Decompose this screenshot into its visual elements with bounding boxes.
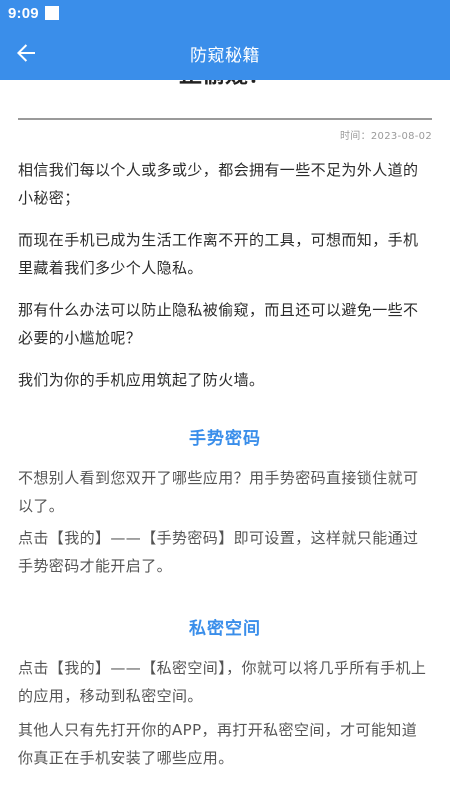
intro-paragraph: 那有什么办法可以防止隐私被偷窥，而且还可以避免一些不必要的小尴尬呢？: [18, 301, 419, 347]
page-title: 防窥秘籍: [190, 45, 260, 66]
section-paragraph: 不想别人看到您双开了哪些应用？用手势密码直接锁住就可以了。: [18, 469, 419, 515]
section-paragraph: 其他人只有先打开你的APP，再打开私密空间，才可能知道你真正在手机安装了哪些应用…: [18, 721, 418, 767]
notification-square-icon: [44, 6, 59, 20]
app-bar: 防窥秘籍: [0, 26, 450, 80]
intro-paragraph: 相信我们每以个人或多或少，都会拥有一些不足为外人道的小秘密；: [18, 161, 419, 207]
arrow-left-icon: [17, 44, 35, 62]
section-heading-gesture-password: 手势密码: [189, 429, 261, 449]
title-divider: [18, 118, 432, 120]
intro-paragraph: 而现在手机已成为生活工作离不开的工具，可想而知，手机里藏着我们多少个人隐私。: [18, 231, 419, 277]
section-heading-private-space: 私密空间: [189, 619, 261, 639]
intro-paragraph: 我们为你的手机应用筑起了防火墙。: [18, 371, 265, 389]
section-paragraph: 点击【我的】——【手势密码】即可设置，这样就只能通过手势密码才能开启了。: [18, 529, 419, 575]
section-paragraph: 点击【我的】——【私密空间】，你就可以将几乎所有手机上的应用，移动到私密空间。: [18, 659, 427, 705]
article-date: 时间：2023-08-02: [339, 131, 432, 142]
status-time: 9:09: [8, 4, 39, 22]
article-content[interactable]: 止偷窥？ 时间：2023-08-02 相信我们每以个人或多或少，都会拥有一些不足…: [0, 80, 450, 800]
back-button[interactable]: [10, 37, 42, 69]
status-bar: 9:09: [0, 0, 450, 26]
article-title: 止偷窥？: [0, 80, 450, 90]
